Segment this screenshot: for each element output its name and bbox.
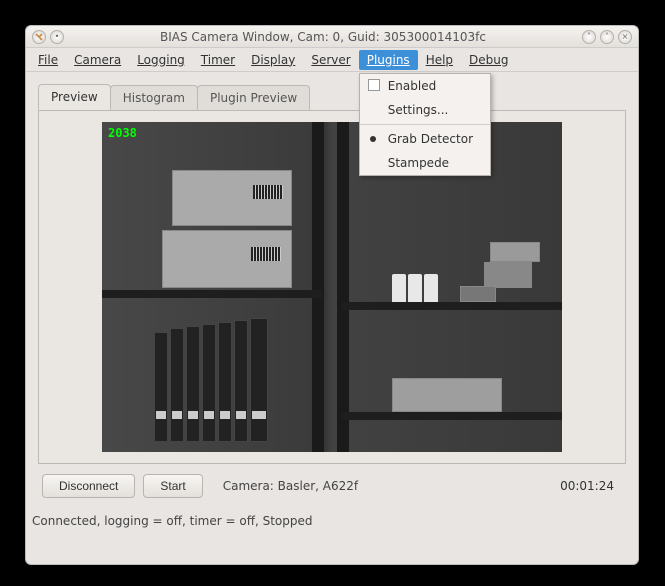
menu-file[interactable]: File xyxy=(30,50,66,70)
checkbox-icon xyxy=(368,79,380,91)
elapsed-timer: 00:01:24 xyxy=(560,479,614,493)
app-menu-icon[interactable] xyxy=(32,30,46,44)
menu-server[interactable]: Server xyxy=(303,50,358,70)
tab-preview[interactable]: Preview xyxy=(38,84,111,110)
camera-label: Camera: Basler, A622f xyxy=(223,479,358,493)
preview-scene xyxy=(102,122,562,452)
tab-plugin-preview[interactable]: Plugin Preview xyxy=(197,85,310,110)
plugins-settings-label: Settings... xyxy=(388,103,449,117)
menu-logging[interactable]: Logging xyxy=(129,50,193,70)
camera-preview-image: 2038 xyxy=(102,122,562,452)
plugins-grab-detector-label: Grab Detector xyxy=(388,132,473,146)
window-title: BIAS Camera Window, Cam: 0, Guid: 305300… xyxy=(64,30,582,44)
maximize-icon[interactable]: ˄ xyxy=(600,30,614,44)
menu-help[interactable]: Help xyxy=(418,50,461,70)
tab-histogram[interactable]: Histogram xyxy=(110,85,198,110)
titlebar-left-icons: • xyxy=(32,30,64,44)
menu-plugins[interactable]: Plugins Enabled Settings... Grab Detecto… xyxy=(359,50,418,70)
plugins-enabled-item[interactable]: Enabled xyxy=(360,74,490,98)
menu-debug[interactable]: Debug xyxy=(461,50,516,70)
menu-separator xyxy=(360,124,490,125)
plugins-stampede-item[interactable]: Stampede xyxy=(360,151,490,175)
preview-panel: 2038 xyxy=(38,110,626,464)
plugins-stampede-label: Stampede xyxy=(388,156,449,170)
start-button[interactable]: Start xyxy=(143,474,202,498)
minimize-icon[interactable]: ˅ xyxy=(582,30,596,44)
status-bar: Connected, logging = off, timer = off, S… xyxy=(26,510,638,536)
plugins-settings-item[interactable]: Settings... xyxy=(360,98,490,122)
tab-bar: Preview Histogram Plugin Preview xyxy=(38,82,626,110)
radio-bullet-icon xyxy=(370,136,376,142)
plugins-grab-detector-item[interactable]: Grab Detector xyxy=(360,127,490,151)
titlebar-right-icons: ˅ ˄ × xyxy=(582,30,632,44)
menu-timer[interactable]: Timer xyxy=(193,50,243,70)
close-icon[interactable]: × xyxy=(618,30,632,44)
content-area: Preview Histogram Plugin Preview xyxy=(26,72,638,510)
controls-row: Disconnect Start Camera: Basler, A622f 0… xyxy=(38,464,626,504)
menu-display[interactable]: Display xyxy=(243,50,303,70)
plugins-enabled-label: Enabled xyxy=(388,79,437,93)
titlebar: • BIAS Camera Window, Cam: 0, Guid: 3053… xyxy=(26,26,638,48)
application-window: • BIAS Camera Window, Cam: 0, Guid: 3053… xyxy=(25,25,639,565)
frame-counter: 2038 xyxy=(108,126,137,140)
menu-camera[interactable]: Camera xyxy=(66,50,129,70)
plugins-dropdown: Enabled Settings... Grab Detector Stampe… xyxy=(359,73,491,176)
window-pin-icon[interactable]: • xyxy=(50,30,64,44)
menubar: File Camera Logging Timer Display Server… xyxy=(26,48,638,72)
disconnect-button[interactable]: Disconnect xyxy=(42,474,135,498)
